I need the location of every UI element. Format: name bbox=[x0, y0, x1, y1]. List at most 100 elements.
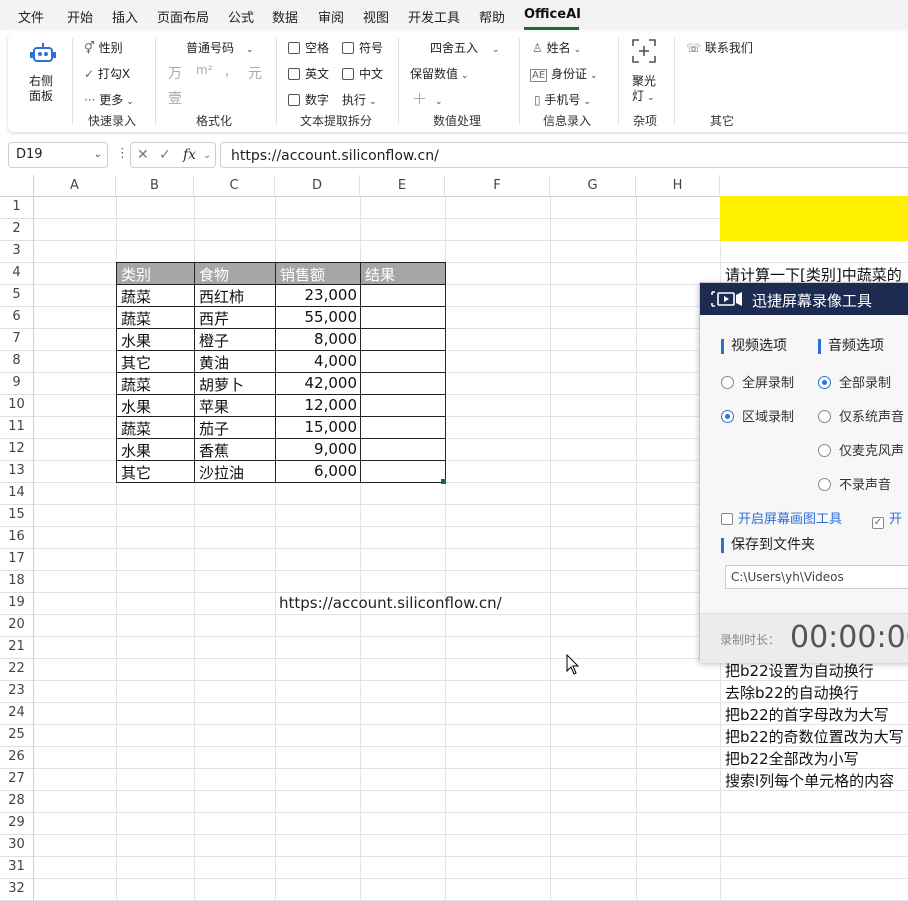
row-header-19[interactable]: 19 bbox=[0, 593, 34, 615]
row-header-16[interactable]: 16 bbox=[0, 527, 34, 549]
no-audio-radio[interactable]: 不录声音 bbox=[818, 474, 891, 493]
name-box[interactable]: D19 ⌄ bbox=[8, 142, 108, 168]
table-cell-result[interactable] bbox=[361, 351, 445, 373]
row-header-18[interactable]: 18 bbox=[0, 571, 34, 593]
cancel-icon[interactable]: ✕ bbox=[137, 147, 149, 163]
instruction-line[interactable]: 把b22的首字母改为大写 bbox=[725, 704, 889, 725]
comma-button[interactable]: ， bbox=[224, 63, 236, 80]
table-cell-sales[interactable]: 12,000 bbox=[276, 395, 360, 417]
table-cell-result[interactable] bbox=[361, 461, 445, 483]
select-all-corner[interactable] bbox=[0, 175, 34, 197]
row-header-25[interactable]: 25 bbox=[0, 725, 34, 747]
row-header-11[interactable]: 11 bbox=[0, 417, 34, 439]
table-cell-category[interactable]: 水果 bbox=[117, 439, 194, 461]
mic-audio-radio[interactable]: 仅麦克风声 bbox=[818, 440, 904, 459]
cell-d19[interactable]: https://account.siliconflow.cn/ bbox=[279, 593, 502, 615]
menu-data[interactable]: 数据 bbox=[272, 7, 298, 26]
table-cell-sales[interactable]: 23,000 bbox=[276, 285, 360, 307]
row-header-12[interactable]: 12 bbox=[0, 439, 34, 461]
yi-button[interactable]: 壹 bbox=[168, 88, 182, 108]
row-header-5[interactable]: 5 bbox=[0, 285, 34, 307]
instruction-line[interactable]: 把b22的奇数位置改为大写 bbox=[725, 726, 904, 747]
menu-file[interactable]: 文件 bbox=[18, 7, 44, 26]
table-cell-sales[interactable]: 15,000 bbox=[276, 417, 360, 439]
confirm-icon[interactable]: ✓ bbox=[159, 147, 171, 163]
round-select[interactable]: 四舍五入 ⌄ bbox=[430, 39, 500, 56]
row-header-29[interactable]: 29 bbox=[0, 813, 34, 835]
spotlight-button[interactable]: 灯 ⌄ bbox=[632, 87, 655, 104]
table-cell-food[interactable]: 黄油 bbox=[195, 351, 275, 373]
right-panel-label-2[interactable]: 面板 bbox=[29, 87, 53, 104]
menu-page-layout[interactable]: 页面布局 bbox=[157, 7, 209, 26]
column-header-h[interactable]: H bbox=[636, 175, 720, 197]
table-cell-sales[interactable]: 42,000 bbox=[276, 373, 360, 395]
recorder-titlebar[interactable]: 迅捷屏幕录像工具 bbox=[700, 283, 908, 315]
table-cell-category[interactable]: 蔬菜 bbox=[117, 373, 194, 395]
execute-button[interactable]: 执行 ⌄ bbox=[342, 91, 377, 108]
id-card-button[interactable]: AE 身份证 ⌄ bbox=[530, 65, 598, 82]
system-audio-radio[interactable]: 仅系统声音 bbox=[818, 406, 904, 425]
save-path-input[interactable]: C:\Users\yh\Videos bbox=[725, 565, 908, 589]
region-radio[interactable]: 区域录制 bbox=[721, 406, 794, 425]
row-header-26[interactable]: 26 bbox=[0, 747, 34, 769]
column-header-b[interactable]: B bbox=[116, 175, 194, 197]
instruction-line[interactable]: 把b22设置为自动换行 bbox=[725, 660, 874, 681]
table-cell-sales[interactable]: 4,000 bbox=[276, 351, 360, 373]
row-header-31[interactable]: 31 bbox=[0, 857, 34, 879]
add-button[interactable]: ＋ ⌄ bbox=[412, 88, 443, 109]
table-cell-result[interactable] bbox=[361, 417, 445, 439]
yellow-filled-cell[interactable] bbox=[720, 196, 908, 241]
english-checkbox[interactable]: 英文 bbox=[288, 65, 329, 82]
chevron-down-icon[interactable]: ⌄ bbox=[203, 150, 211, 161]
table-cell-category[interactable]: 蔬菜 bbox=[117, 307, 194, 329]
instruction-line[interactable]: 去除b22的自动换行 bbox=[725, 682, 859, 703]
phone-button[interactable]: ▯ 手机号 ⌄ bbox=[534, 91, 591, 108]
table-cell-result[interactable] bbox=[361, 395, 445, 417]
more-button[interactable]: ··· 更多 ⌄ bbox=[84, 91, 134, 108]
table-header-sales[interactable]: 销售额 bbox=[276, 263, 360, 285]
table-cell-food[interactable]: 西芹 bbox=[195, 307, 275, 329]
row-header-22[interactable]: 22 bbox=[0, 659, 34, 681]
column-header-a[interactable]: A bbox=[34, 175, 116, 197]
table-cell-sales[interactable]: 6,000 bbox=[276, 461, 360, 483]
all-audio-radio[interactable]: 全部录制 bbox=[818, 372, 891, 391]
yuan-button[interactable]: 元 bbox=[248, 63, 262, 83]
instruction-line[interactable]: 把b22全部改为小写 bbox=[725, 748, 859, 769]
row-header-28[interactable]: 28 bbox=[0, 791, 34, 813]
menu-view[interactable]: 视图 bbox=[363, 7, 389, 26]
row-header-2[interactable]: 2 bbox=[0, 219, 34, 241]
hook-button[interactable]: ✓ 打勾X bbox=[84, 65, 130, 82]
row-header-20[interactable]: 20 bbox=[0, 615, 34, 637]
row-header-24[interactable]: 24 bbox=[0, 703, 34, 725]
wan-button[interactable]: 万 bbox=[168, 63, 182, 83]
table-cell-sales[interactable]: 8,000 bbox=[276, 329, 360, 351]
symbol-checkbox[interactable]: 符号 bbox=[342, 39, 383, 56]
table-cell-food[interactable]: 香蕉 bbox=[195, 439, 275, 461]
screen-recorder-window[interactable]: 迅捷屏幕录像工具 视频选项 音频选项 全屏录制 区域录制 全部录制 仅系统声音 … bbox=[699, 282, 908, 663]
menu-insert[interactable]: 插入 bbox=[112, 7, 138, 26]
row-header-14[interactable]: 14 bbox=[0, 483, 34, 505]
table-cell-category[interactable]: 水果 bbox=[117, 395, 194, 417]
menu-formulas[interactable]: 公式 bbox=[228, 7, 254, 26]
menu-home[interactable]: 开始 bbox=[67, 7, 93, 26]
row-header-1[interactable]: 1 bbox=[0, 197, 34, 219]
keep-value-button[interactable]: 保留数值 ⌄ bbox=[410, 65, 469, 82]
formula-input[interactable]: https://account.siliconflow.cn/ bbox=[220, 142, 908, 168]
table-cell-category[interactable]: 其它 bbox=[117, 461, 194, 483]
table-cell-sales[interactable]: 55,000 bbox=[276, 307, 360, 329]
m2-button[interactable]: m² bbox=[196, 63, 213, 77]
column-header-i[interactable] bbox=[720, 175, 908, 197]
row-header-10[interactable]: 10 bbox=[0, 395, 34, 417]
row-header-8[interactable]: 8 bbox=[0, 351, 34, 373]
menu-officeai[interactable]: OfficeAI bbox=[524, 7, 581, 22]
table-cell-food[interactable]: 胡萝卜 bbox=[195, 373, 275, 395]
row-header-9[interactable]: 9 bbox=[0, 373, 34, 395]
contact-button[interactable]: ☏ 联系我们 bbox=[686, 39, 753, 56]
row-header-21[interactable]: 21 bbox=[0, 637, 34, 659]
table-header-food[interactable]: 食物 bbox=[195, 263, 275, 285]
number-checkbox[interactable]: 数字 bbox=[288, 91, 329, 108]
space-checkbox[interactable]: 空格 bbox=[288, 39, 329, 56]
column-header-f[interactable]: F bbox=[445, 175, 550, 197]
fullscreen-radio[interactable]: 全屏录制 bbox=[721, 372, 794, 391]
more-options-icon[interactable]: ⋮ bbox=[116, 146, 129, 161]
